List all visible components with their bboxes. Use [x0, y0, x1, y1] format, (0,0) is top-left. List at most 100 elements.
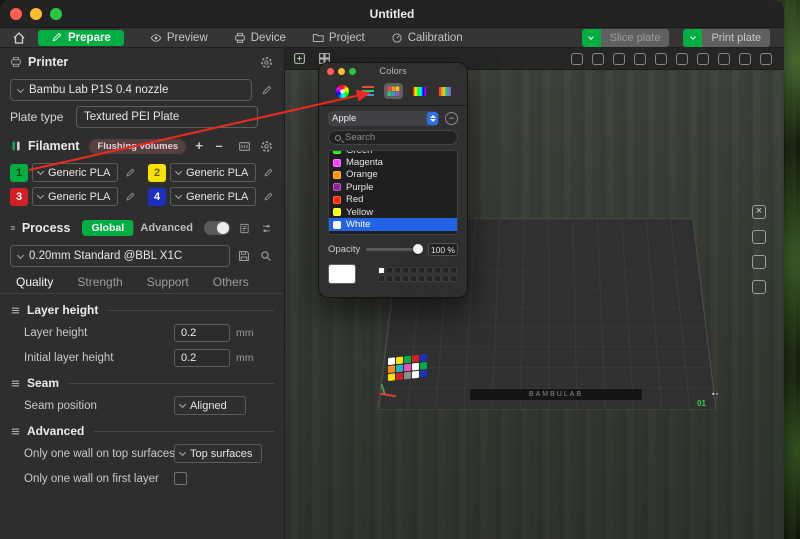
process-preset-select[interactable]: 0.20mm Standard @BBL X1C — [10, 245, 230, 267]
one-wall-first-layer-checkbox[interactable] — [174, 472, 187, 485]
tab-prepare[interactable]: Prepare — [38, 30, 124, 46]
seam-painting-icon[interactable] — [697, 53, 709, 65]
print-dropdown-icon[interactable] — [683, 29, 702, 47]
filament-2-edit-icon[interactable] — [260, 165, 276, 181]
advanced-group-header: Advanced — [10, 424, 274, 438]
color-list: Green Magenta Orange Purple Red Yellow W… — [328, 150, 458, 235]
color-painting-icon[interactable] — [655, 53, 667, 65]
search-settings-icon[interactable] — [258, 248, 274, 264]
filament-2-color-swatch[interactable]: 2 — [148, 164, 166, 182]
colors-minimize-button[interactable] — [338, 68, 345, 75]
filament-1-edit-icon[interactable] — [122, 165, 138, 181]
ams-icon[interactable] — [236, 138, 252, 154]
param-tab-strength[interactable]: Strength — [77, 275, 122, 293]
color-palettes-icon[interactable] — [384, 83, 403, 99]
printer-settings-gear-icon[interactable] — [258, 54, 274, 70]
initial-layer-height-input[interactable] — [174, 349, 230, 367]
layer-height-input[interactable] — [174, 324, 230, 342]
remove-palette-button[interactable]: − — [445, 112, 458, 125]
save-preset-icon[interactable] — [236, 248, 252, 264]
tab-device[interactable]: Device — [234, 32, 286, 44]
color-list-item-selected[interactable]: White — [329, 218, 457, 230]
color-search-field[interactable]: Search — [328, 130, 458, 145]
palette-select[interactable]: Apple — [328, 111, 439, 126]
advanced-toggle[interactable] — [204, 221, 230, 235]
color-list-item[interactable]: Orange — [329, 169, 457, 181]
flushing-volumes-button[interactable]: Flushing volumes — [89, 139, 186, 154]
palette-select-stepper-icon[interactable] — [427, 112, 438, 125]
close-window-button[interactable] — [10, 8, 22, 20]
support-painting-icon[interactable] — [676, 53, 688, 65]
slice-plate-button[interactable]: Slice plate — [582, 29, 670, 47]
scope-global-button[interactable]: Global — [82, 220, 133, 236]
arrange-icon[interactable] — [592, 53, 604, 65]
filament-3-edit-icon[interactable] — [122, 189, 138, 205]
split-to-parts-icon[interactable] — [634, 53, 646, 65]
auto-orient-icon[interactable] — [571, 53, 583, 65]
color-list-item[interactable]: Magenta — [329, 156, 457, 168]
filament-3-select[interactable]: Generic PLA — [32, 187, 118, 206]
pencils-icon[interactable] — [436, 83, 454, 99]
param-tab-support[interactable]: Support — [147, 275, 189, 293]
colors-zoom-button[interactable] — [349, 68, 356, 75]
filament-4-color-swatch[interactable]: 4 — [148, 188, 166, 206]
scope-objects-button[interactable]: Objects — [133, 220, 134, 236]
printer-model-select[interactable]: Bambu Lab P1S 0.4 nozzle — [10, 79, 252, 101]
color-list-item[interactable]: Red — [329, 194, 457, 206]
add-plate-icon[interactable] — [291, 51, 307, 67]
colors-close-button[interactable] — [327, 68, 334, 75]
search-icon — [335, 135, 341, 141]
plate-marks: ▪▫ — [712, 391, 719, 398]
text-tool-icon[interactable] — [718, 53, 730, 65]
plate-lock-icon[interactable] — [752, 230, 766, 244]
minimize-window-button[interactable] — [30, 8, 42, 20]
plate-arrange-icon[interactable] — [752, 280, 766, 294]
seam-position-row: Seam position Aligned — [24, 396, 270, 415]
current-color-well[interactable] — [328, 264, 356, 284]
tab-project[interactable]: Project — [312, 32, 365, 44]
compare-presets-icon[interactable] — [236, 220, 252, 236]
one-wall-first-layer-row: Only one wall on first layer — [24, 469, 270, 488]
tab-calibration[interactable]: Calibration — [391, 32, 463, 44]
plate-settings-icon[interactable] — [752, 255, 766, 269]
filament-4-edit-icon[interactable] — [260, 189, 276, 205]
one-wall-top-select[interactable]: Top surfaces — [174, 444, 262, 463]
opacity-slider[interactable] — [366, 248, 422, 251]
color-list-item[interactable]: Purple — [329, 181, 457, 193]
color-sliders-icon[interactable] — [359, 83, 377, 99]
slice-dropdown-icon[interactable] — [582, 29, 601, 47]
filament-settings-gear-icon[interactable] — [258, 138, 274, 154]
tune-settings-icon[interactable] — [258, 220, 274, 236]
remove-filament-button[interactable]: – — [212, 139, 226, 153]
filament-2-select[interactable]: Generic PLA — [170, 163, 256, 182]
tab-preview[interactable]: Preview — [150, 32, 208, 44]
add-filament-button[interactable]: + — [192, 139, 206, 153]
print-plate-button[interactable]: Print plate — [683, 29, 770, 47]
assembly-view-icon[interactable] — [760, 53, 772, 65]
prepare-icon — [51, 32, 62, 43]
process-param-tabs: Quality Strength Support Others — [0, 267, 284, 294]
calibration-chip[interactable] — [388, 354, 427, 381]
image-palettes-icon[interactable] — [410, 83, 429, 99]
home-icon[interactable] — [8, 31, 30, 45]
color-wells[interactable] — [378, 267, 457, 282]
filament-1-color-swatch[interactable]: 1 — [10, 164, 28, 182]
plate-type-select[interactable]: Textured PEI Plate — [76, 106, 258, 128]
filament-4-select[interactable]: Generic PLA — [170, 187, 256, 206]
param-tab-quality[interactable]: Quality — [16, 275, 53, 293]
measure-icon[interactable] — [739, 53, 751, 65]
seam-position-select[interactable]: Aligned — [174, 396, 246, 415]
eyedropper-icon[interactable] — [361, 268, 373, 280]
opacity-slider-knob[interactable] — [413, 244, 423, 254]
title-bar: Untitled — [0, 0, 784, 28]
desktop: Untitled Prepare Preview Device Project — [0, 0, 800, 539]
split-to-objects-icon[interactable] — [613, 53, 625, 65]
filament-3-color-swatch[interactable]: 3 — [10, 188, 28, 206]
plate-close-icon[interactable]: × — [752, 205, 766, 219]
color-wheel-icon[interactable] — [333, 83, 352, 99]
filament-1-select[interactable]: Generic PLA — [32, 163, 118, 182]
printer-edit-icon[interactable] — [258, 82, 274, 98]
param-tab-others[interactable]: Others — [213, 275, 249, 293]
zoom-window-button[interactable] — [50, 8, 62, 20]
color-list-item[interactable]: Yellow — [329, 206, 457, 218]
